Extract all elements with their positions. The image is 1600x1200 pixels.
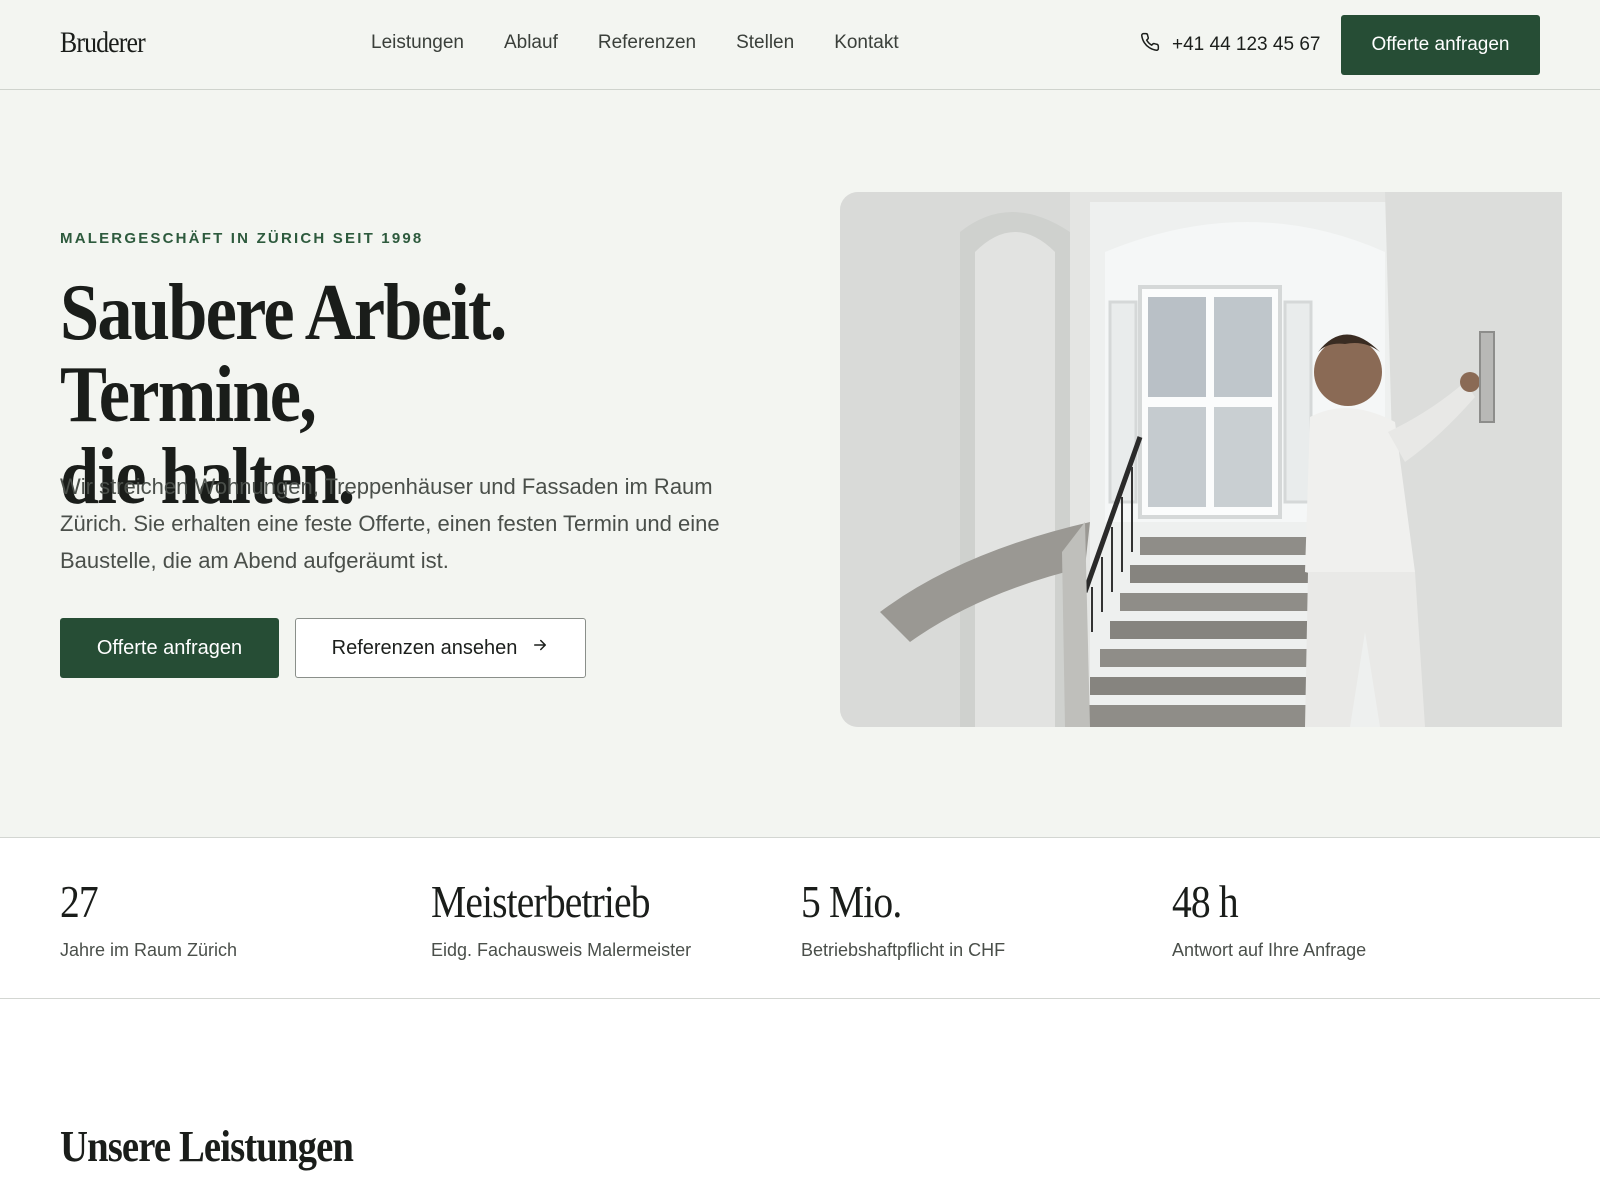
stat-label: Betriebshaftpflicht in CHF (801, 940, 1006, 960)
references-button-label: Referenzen ansehen (331, 636, 518, 659)
site-header: Bruderer Leistungen Ablauf Referenzen St… (0, 0, 1600, 90)
arrow-right-icon (531, 636, 549, 660)
nav-item-ablauf[interactable]: Ablauf (504, 32, 558, 54)
stat-years: 27 Jahre im Raum Zürich (60, 876, 237, 961)
hero-eyebrow: MALERGESCHÄFT IN ZÜRICH SEIT 1998 (60, 230, 424, 247)
services-title: Unsere Leistungen (60, 1122, 354, 1171)
offer-request-button[interactable]: Offerte anfragen (60, 618, 279, 678)
phone-number: +41 44 123 45 67 (1172, 34, 1321, 55)
stat-label: Antwort auf Ihre Anfrage (1172, 940, 1367, 960)
nav-item-referenzen[interactable]: Referenzen (598, 32, 696, 54)
nav-item-kontakt[interactable]: Kontakt (834, 32, 898, 54)
main-nav: Leistungen Ablauf Referenzen Stellen Kon… (371, 32, 899, 54)
nav-item-stellen[interactable]: Stellen (736, 32, 794, 54)
header-cta-button[interactable]: Offerte anfragen (1341, 15, 1540, 75)
hero-description: Wir streichen Wohnungen, Treppenhäuser u… (60, 474, 720, 573)
nav-item-leistungen[interactable]: Leistungen (371, 32, 464, 54)
stat-response: 48 h Antwort auf Ihre Anfrage (1172, 876, 1366, 961)
hero-actions: Offerte anfragen Referenzen ansehen (60, 618, 586, 678)
stat-label: Eidg. Fachausweis Malermeister (431, 940, 692, 960)
stat-label: Jahre im Raum Zürich (60, 940, 238, 960)
stats-bar: 27 Jahre im Raum Zürich Meisterbetrieb E… (0, 837, 1600, 999)
logo[interactable]: Bruderer (60, 26, 146, 60)
stat-master: Meisterbetrieb Eidg. Fachausweis Malerme… (431, 876, 691, 961)
services-section: Unsere Leistungen (0, 999, 1600, 1200)
hero-title-line-1: Saubere Arbeit. Termine, (60, 269, 507, 439)
phone-link[interactable]: +41 44 123 45 67 (1140, 32, 1320, 58)
stat-value: 5 Mio. (801, 876, 902, 927)
stat-value: Meisterbetrieb (431, 876, 651, 927)
hero-image-painter-stairwell (840, 192, 1562, 727)
stat-value: 48 h (1172, 876, 1239, 927)
stat-insurance: 5 Mio. Betriebshaftpflicht in CHF (801, 876, 1005, 961)
references-button[interactable]: Referenzen ansehen (295, 618, 586, 678)
stat-value: 27 (60, 876, 99, 927)
phone-icon (1140, 32, 1160, 58)
